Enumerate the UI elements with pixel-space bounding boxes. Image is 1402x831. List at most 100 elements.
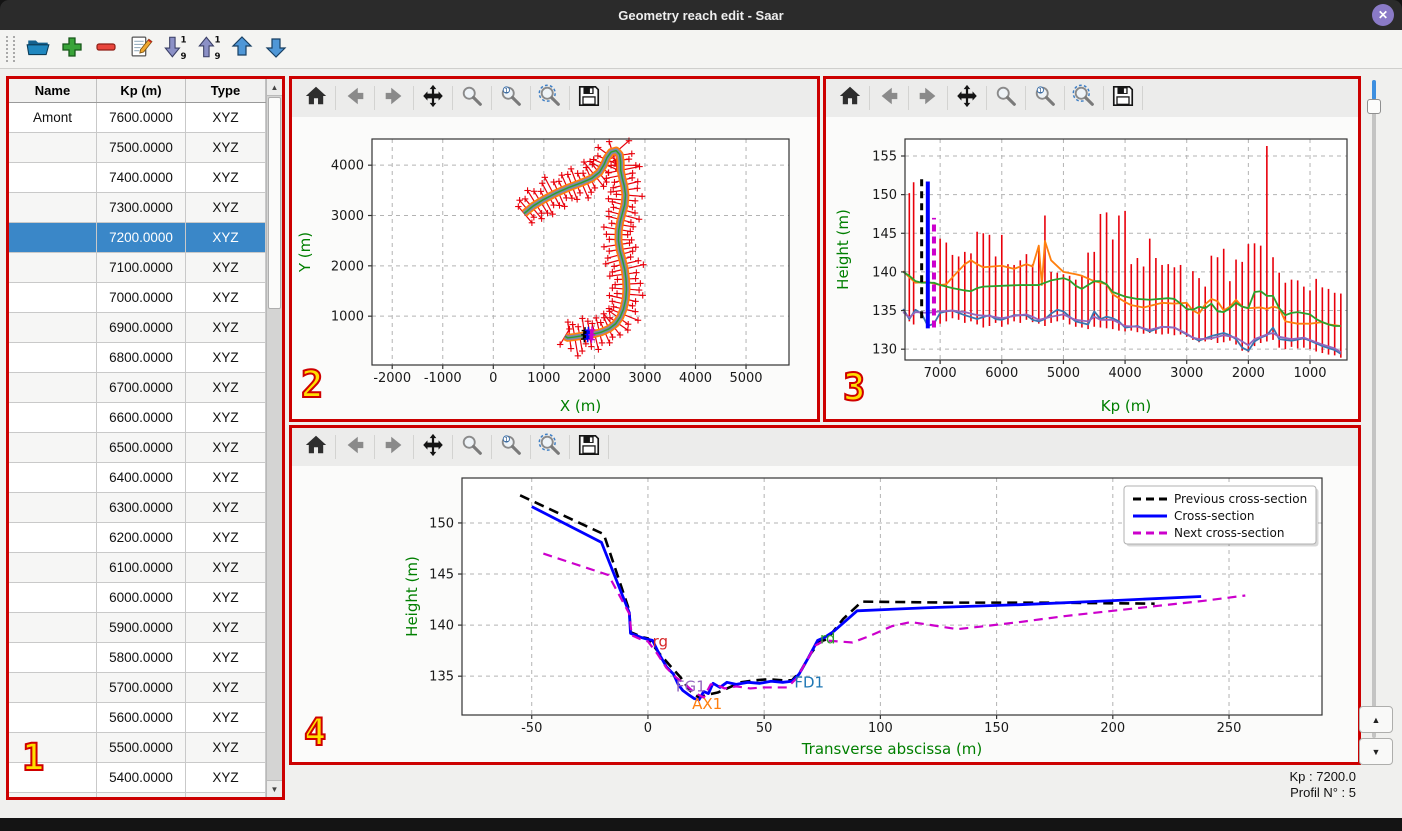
table-row[interactable]: 5300.0000XYZ <box>9 793 266 797</box>
table-cell[interactable]: 7100.0000 <box>97 253 186 283</box>
move-down-button[interactable] <box>260 34 292 64</box>
profile-slider[interactable] <box>1367 80 1381 738</box>
table-cell[interactable]: 6700.0000 <box>97 373 186 403</box>
table-row[interactable]: 6000.0000 XYZ <box>9 583 266 613</box>
table-cell[interactable]: XYZ <box>186 403 266 433</box>
table-row[interactable]: 7300.0000 XYZ <box>9 193 266 223</box>
table-row[interactable]: 5500.0000 XYZ <box>9 733 266 763</box>
table-cell[interactable]: XYZ <box>186 583 266 613</box>
table-row[interactable]: Amont 7600.0000 XYZ <box>9 103 266 133</box>
table-header-kp[interactable]: Kp (m) <box>97 79 186 102</box>
toolbar-grip[interactable] <box>6 36 15 62</box>
table-row[interactable]: 7100.0000 XYZ <box>9 253 266 283</box>
home-button[interactable] <box>834 83 866 113</box>
table-cell[interactable]: XYZ <box>186 253 266 283</box>
table-row[interactable]: 6600.0000 XYZ <box>9 403 266 433</box>
table-cell[interactable]: 5500.0000 <box>97 733 186 763</box>
table-cell[interactable]: 6800.0000 <box>97 343 186 373</box>
table-cell[interactable] <box>9 253 97 283</box>
table-row[interactable]: 5900.0000 XYZ <box>9 613 266 643</box>
scrollbar-thumb[interactable] <box>268 97 281 309</box>
zoom-button[interactable] <box>456 83 488 113</box>
table-cell[interactable] <box>9 793 97 797</box>
table-cell[interactable] <box>9 643 97 673</box>
table-cell[interactable] <box>9 343 97 373</box>
table-cell[interactable]: XYZ <box>186 793 266 797</box>
back-button[interactable] <box>339 83 371 113</box>
profile-up-button[interactable]: ▲ <box>1359 706 1393 733</box>
table-cell[interactable]: 5300.0000 <box>97 793 186 797</box>
table-cell[interactable]: 6600.0000 <box>97 403 186 433</box>
table-row[interactable]: 6500.0000 XYZ <box>9 433 266 463</box>
table-cell[interactable]: 5900.0000 <box>97 613 186 643</box>
table-cell[interactable]: 7400.0000 <box>97 163 186 193</box>
zoom-selection-button[interactable] <box>534 432 566 462</box>
table-row[interactable]: 5700.0000 XYZ <box>9 673 266 703</box>
table-cell[interactable]: XYZ <box>186 313 266 343</box>
zoom-button[interactable] <box>990 83 1022 113</box>
scroll-down-icon[interactable]: ▼ <box>267 780 282 797</box>
table-cell[interactable]: XYZ <box>186 223 266 253</box>
table-row[interactable]: 6900.0000 XYZ <box>9 313 266 343</box>
table-cell[interactable]: XYZ <box>186 193 266 223</box>
table-row[interactable]: 6800.0000 XYZ <box>9 343 266 373</box>
table-cell[interactable]: XYZ <box>186 163 266 193</box>
table-cell[interactable] <box>9 373 97 403</box>
table-cell[interactable] <box>9 703 97 733</box>
table-cell[interactable]: 6100.0000 <box>97 553 186 583</box>
slider-groove[interactable] <box>1372 80 1376 738</box>
table-row[interactable]: 5800.0000 XYZ <box>9 643 266 673</box>
table-cell[interactable] <box>9 613 97 643</box>
table-cell[interactable]: XYZ <box>186 433 266 463</box>
add-profile-button[interactable] <box>56 34 88 64</box>
profile-down-button[interactable]: ▼ <box>1359 738 1393 765</box>
zoom-in-button[interactable]: 1 <box>495 83 527 113</box>
table-cell[interactable]: XYZ <box>186 133 266 163</box>
save-button[interactable] <box>573 432 605 462</box>
table-cell[interactable] <box>9 463 97 493</box>
table-row[interactable]: 6100.0000 XYZ <box>9 553 266 583</box>
table-cell[interactable]: 7300.0000 <box>97 193 186 223</box>
table-cell[interactable]: XYZ <box>186 103 266 133</box>
zoom-selection-button[interactable] <box>1068 83 1100 113</box>
back-button[interactable] <box>873 83 905 113</box>
table-cell[interactable]: 7000.0000 <box>97 283 186 313</box>
table-cell[interactable]: 6900.0000 <box>97 313 186 343</box>
table-cell[interactable]: 7500.0000 <box>97 133 186 163</box>
sort-descending-button[interactable]: 19 <box>158 34 190 64</box>
table-cell[interactable]: 6500.0000 <box>97 433 186 463</box>
zoom-in-button[interactable]: 1 <box>495 432 527 462</box>
table-row[interactable]: 7000.0000 XYZ <box>9 283 266 313</box>
zoom-selection-button[interactable] <box>534 83 566 113</box>
title-bar[interactable]: Geometry reach edit - Saar ✕ <box>0 0 1402 30</box>
table-cell[interactable]: XYZ <box>186 343 266 373</box>
save-button[interactable] <box>1107 83 1139 113</box>
table-row[interactable]: 6700.0000 XYZ <box>9 373 266 403</box>
table-cell[interactable]: XYZ <box>186 373 266 403</box>
table-cell[interactable]: 6400.0000 <box>97 463 186 493</box>
table-cell[interactable] <box>9 193 97 223</box>
table-cell[interactable] <box>9 493 97 523</box>
table-row[interactable]: 6300.0000 XYZ <box>9 493 266 523</box>
edit-profile-button[interactable] <box>124 34 156 64</box>
table-cell[interactable]: XYZ <box>186 763 266 793</box>
save-button[interactable] <box>573 83 605 113</box>
table-row[interactable]: 5600.0000 XYZ <box>9 703 266 733</box>
plan-view-figure[interactable]: -2000 -1000 0 1000 2000 3000 4000 5000 1000 2000 3… <box>292 117 817 419</box>
table-cell[interactable]: XYZ <box>186 703 266 733</box>
table-cell[interactable]: XYZ <box>186 643 266 673</box>
pan-button[interactable] <box>951 83 983 113</box>
table-row[interactable]: 5400.0000 XYZ <box>9 763 266 793</box>
cross-section-figure[interactable]: -50 0 50 100 150 200 250 135 140 145 150 Transverse… <box>292 466 1358 762</box>
table-cell[interactable]: XYZ <box>186 283 266 313</box>
table-cell[interactable]: XYZ <box>186 673 266 703</box>
table-cell[interactable]: Amont <box>9 103 97 133</box>
table-cell[interactable]: XYZ <box>186 733 266 763</box>
table-cell[interactable] <box>9 553 97 583</box>
home-button[interactable] <box>300 83 332 113</box>
table-row[interactable]: 7200.0000 XYZ <box>9 223 266 253</box>
table-row[interactable]: 6400.0000 XYZ <box>9 463 266 493</box>
table-cell[interactable]: XYZ <box>186 553 266 583</box>
sort-ascending-button[interactable]: 19 <box>192 34 224 64</box>
table-cell[interactable] <box>9 133 97 163</box>
